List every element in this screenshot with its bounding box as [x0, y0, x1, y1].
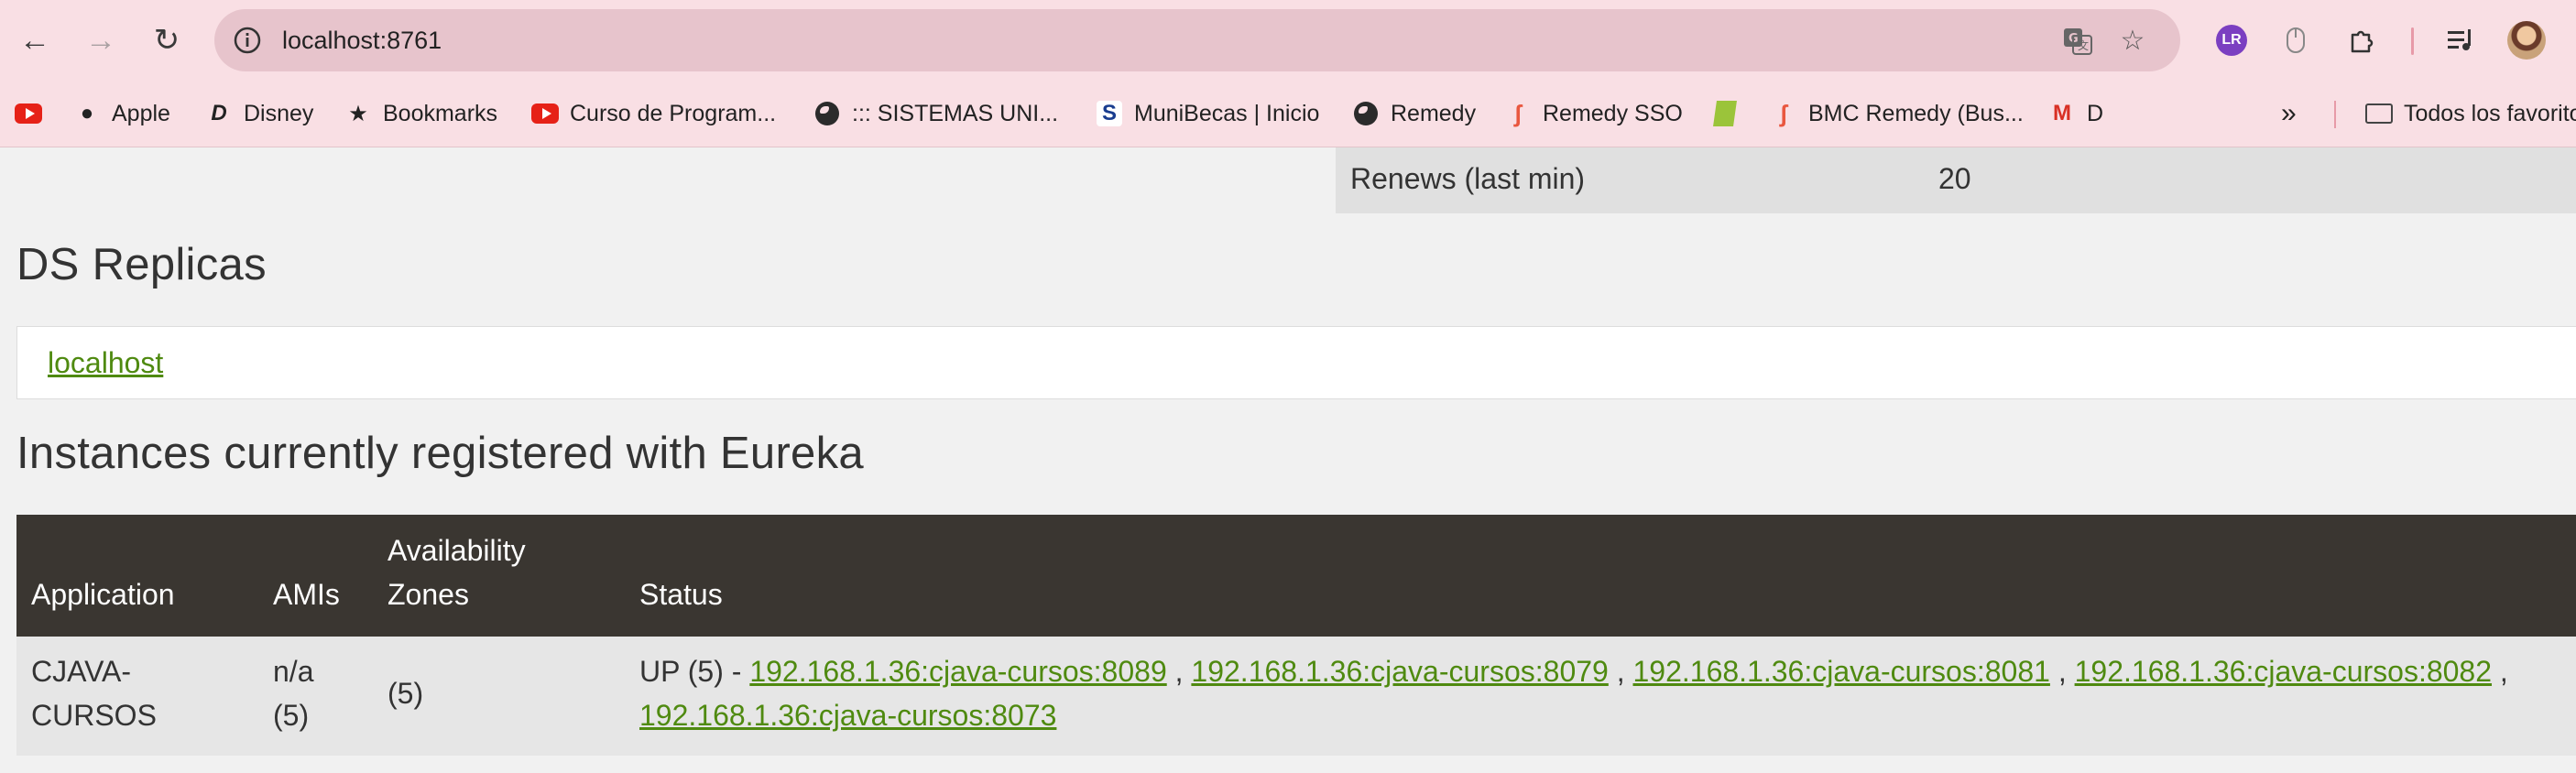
browser-toolbar: ← → ↻ localhost:8761 G 文 ☆ LR: [0, 0, 2576, 81]
reading-list-icon[interactable]: [2439, 18, 2483, 62]
bookmarks-overflow-button[interactable]: »: [2281, 81, 2297, 147]
bookmark-remedy-sso[interactable]: ʃ Remedy SSO: [1504, 81, 1683, 147]
ds-replicas-heading: DS Replicas: [16, 240, 267, 289]
page-content: Renews (last min) 20 DS Replicas localho…: [0, 147, 2576, 773]
bookmark-curso-programacion[interactable]: Curso de Program...: [531, 81, 776, 147]
folder-icon: [2365, 100, 2393, 127]
reload-button[interactable]: ↻: [143, 16, 191, 64]
chevron-double-right-icon: »: [2281, 98, 2297, 128]
bookmark-youtube[interactable]: [15, 81, 42, 147]
column-header-amis: AMIs: [273, 578, 340, 611]
status-prefix: UP (5) -: [639, 655, 750, 688]
globe-icon: [1352, 100, 1380, 127]
gmail-icon: M: [2053, 101, 2071, 125]
bookmark-disney[interactable]: D Disney: [205, 81, 313, 147]
forward-arrow-icon: →: [85, 22, 116, 58]
bmc-icon: ʃ: [1513, 99, 1523, 127]
bookmark-bmc-remedy[interactable]: ʃ BMC Remedy (Bus...: [1770, 81, 2024, 147]
svg-text:文: 文: [2078, 38, 2089, 52]
address-bar[interactable]: localhost:8761 G 文 ☆: [214, 9, 2180, 71]
instance-link-8081[interactable]: 192.168.1.36:cjava-cursos:8081: [1633, 655, 2050, 688]
url-text[interactable]: localhost:8761: [282, 9, 442, 71]
instance-link-8082[interactable]: 192.168.1.36:cjava-cursos:8082: [2075, 655, 2492, 688]
bookmark-sistemas-uni[interactable]: ::: SISTEMAS UNI...: [813, 81, 1058, 147]
mouse-extension-icon[interactable]: [2274, 18, 2318, 62]
renews-label: Renews (last min): [1350, 162, 1586, 195]
green-bookmark-icon: [1711, 100, 1739, 127]
bookmark-gmail[interactable]: M D: [2048, 81, 2103, 147]
renews-stat-row: Renews (last min) 20: [1336, 147, 2576, 213]
bookmark-apple[interactable]: ● Apple: [73, 81, 170, 147]
toolbar-divider: [2411, 27, 2414, 55]
forward-button[interactable]: →: [77, 16, 125, 64]
translate-icon[interactable]: G 文: [2059, 22, 2096, 59]
globe-icon: [813, 100, 841, 127]
disney-icon: D: [211, 101, 227, 125]
instances-heading: Instances currently registered with Eure…: [16, 429, 864, 478]
bookmark-star-icon[interactable]: ☆: [2114, 22, 2151, 59]
column-header-application: Application: [31, 578, 175, 611]
cell-amis: n/a (5): [273, 655, 314, 732]
table-header: Application AMIs Availability Zones Stat…: [16, 515, 2576, 637]
cell-status: UP (5) - 192.168.1.36:cjava-cursos:8089 …: [639, 655, 2508, 732]
cell-availability-zones: (5): [387, 677, 424, 710]
instance-link-8089[interactable]: 192.168.1.36:cjava-cursos:8089: [749, 655, 1166, 688]
profile-avatar-icon[interactable]: [2505, 18, 2549, 62]
bookmarks-divider: [2334, 101, 2336, 128]
all-bookmarks-folder[interactable]: Todos los favoritos: [2365, 81, 2576, 147]
bookmark-bookmarks[interactable]: ★ Bookmarks: [344, 81, 497, 147]
star-icon: ★: [348, 101, 368, 126]
back-arrow-icon: ←: [19, 22, 50, 58]
youtube-icon: [531, 100, 559, 127]
instance-link-8079[interactable]: 192.168.1.36:cjava-cursos:8079: [1191, 655, 1608, 688]
bookmarks-bar: ● Apple D Disney ★ Bookmarks Curso de Pr…: [0, 81, 2576, 147]
instances-table: Application AMIs Availability Zones Stat…: [16, 515, 2576, 756]
site-info-icon[interactable]: [229, 22, 266, 59]
bmc-icon: ʃ: [1779, 99, 1788, 127]
replica-link-localhost[interactable]: localhost: [48, 327, 163, 398]
reload-icon: ↻: [153, 23, 180, 58]
bookmark-remedy[interactable]: Remedy: [1352, 81, 1476, 147]
cell-application: CJAVA- CURSOS: [31, 655, 157, 732]
youtube-icon: [15, 100, 42, 127]
renews-value: 20: [1938, 162, 1971, 195]
back-button[interactable]: ←: [11, 16, 59, 64]
extension-avatar-icon[interactable]: LR: [2210, 18, 2254, 62]
ds-replicas-list: localhost: [16, 326, 2576, 399]
column-header-availability-zones: Availability Zones: [387, 534, 526, 611]
instance-link-8073[interactable]: 192.168.1.36:cjava-cursos:8073: [639, 699, 1056, 732]
extensions-puzzle-icon[interactable]: [2340, 18, 2384, 62]
apple-icon: ●: [80, 101, 94, 125]
munibecas-icon: S: [1096, 100, 1123, 127]
bookmark-green[interactable]: [1711, 81, 1739, 147]
bookmark-munibecas[interactable]: S MuniBecas | Inicio: [1096, 81, 1319, 147]
column-header-status: Status: [639, 578, 723, 611]
table-row: CJAVA- CURSOS n/a (5) (5) UP (5) - 192.1…: [16, 637, 2576, 756]
